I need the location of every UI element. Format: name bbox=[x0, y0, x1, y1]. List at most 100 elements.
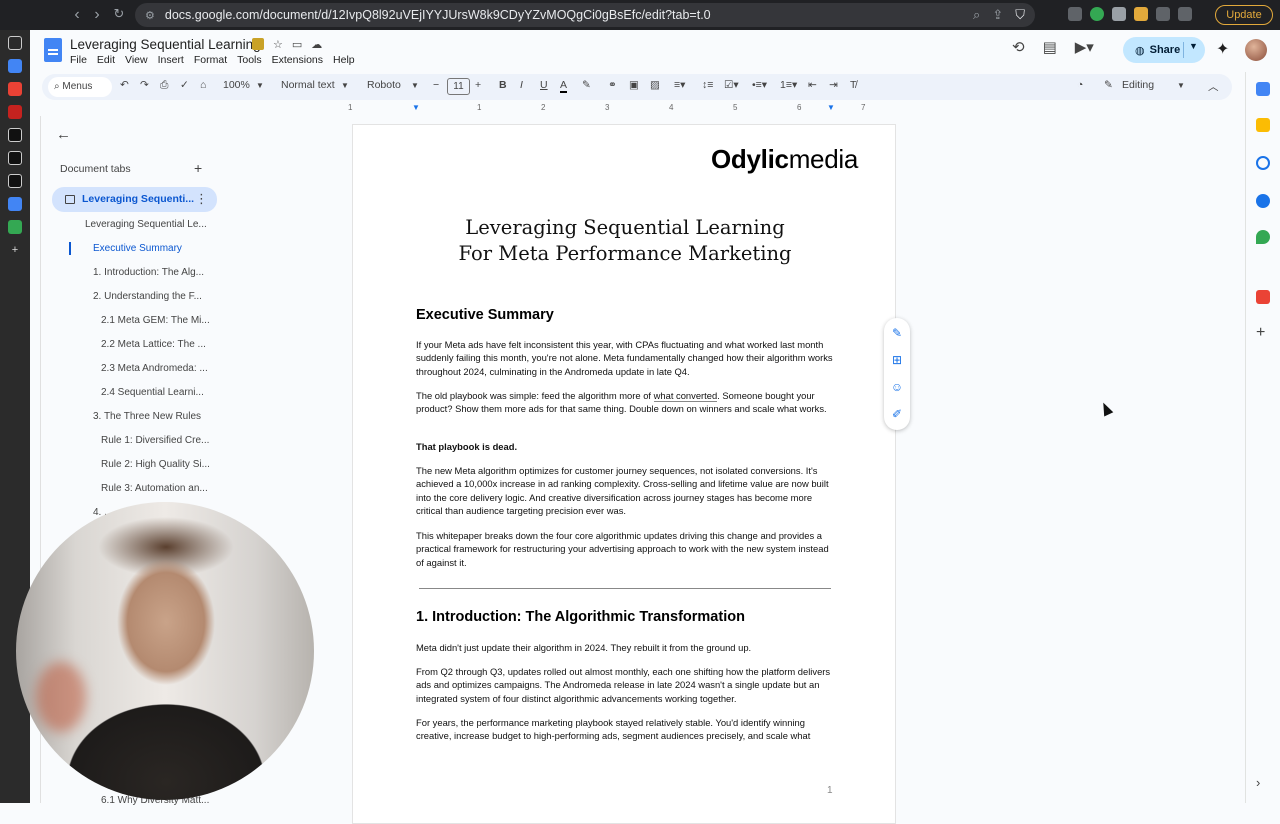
outline-item[interactable]: 2. Understanding the F... bbox=[93, 291, 202, 302]
share-button[interactable]: ◍ Share ▼ bbox=[1123, 37, 1205, 63]
document-page[interactable]: Odylicmedia Leveraging Sequential Learni… bbox=[352, 124, 896, 824]
back-icon[interactable]: ‹ bbox=[66, 6, 88, 24]
outline-item[interactable]: 2.3 Meta Andromeda: ... bbox=[101, 363, 208, 374]
addon-icon[interactable] bbox=[1256, 290, 1270, 304]
reload-icon[interactable]: ↻ bbox=[108, 6, 130, 22]
update-button[interactable]: Update bbox=[1215, 5, 1273, 25]
chevron-down-icon[interactable]: ▼ bbox=[411, 81, 419, 90]
numbered-list-icon[interactable]: 1≡▾ bbox=[780, 79, 797, 91]
font-size-input[interactable]: 11 bbox=[447, 78, 470, 95]
highlight-icon[interactable]: ✎ bbox=[582, 79, 591, 91]
increase-font-icon[interactable]: + bbox=[475, 79, 481, 91]
extension-2-icon[interactable] bbox=[1090, 7, 1104, 21]
puzzle-icon[interactable] bbox=[1156, 7, 1170, 21]
folder-icon[interactable]: ▭ bbox=[292, 38, 302, 51]
address-bar[interactable]: ⚙ docs.google.com/document/d/12IvpQ8l92u… bbox=[135, 3, 1035, 27]
chevron-down-icon[interactable]: ▼ bbox=[1177, 81, 1185, 90]
menu-format[interactable]: Format bbox=[194, 54, 227, 66]
bold-icon[interactable]: B bbox=[499, 79, 507, 91]
more-options-icon[interactable]: ⋮ bbox=[195, 191, 208, 207]
menus-search[interactable]: ⌕ Menus bbox=[48, 77, 112, 97]
zoom-icon[interactable]: ⌕ bbox=[973, 7, 980, 23]
docs-icon[interactable] bbox=[8, 197, 22, 211]
comments-icon[interactable]: ▤ bbox=[1043, 38, 1057, 56]
menu-tools[interactable]: Tools bbox=[237, 54, 262, 66]
add-icon[interactable]: + bbox=[1256, 325, 1270, 341]
bulleted-list-icon[interactable]: •≡▾ bbox=[752, 79, 767, 91]
calendar-icon[interactable] bbox=[1256, 82, 1270, 96]
menu-edit[interactable]: Edit bbox=[97, 54, 115, 66]
chevron-down-icon[interactable]: ▼ bbox=[1189, 41, 1198, 51]
outline-item[interactable]: 2.4 Sequential Learni... bbox=[101, 387, 204, 398]
site-settings-icon[interactable]: ⚙ bbox=[145, 9, 155, 22]
decrease-indent-icon[interactable]: ⇤ bbox=[808, 79, 817, 91]
menu-view[interactable]: View bbox=[125, 54, 148, 66]
checklist-icon[interactable]: ☑▾ bbox=[724, 79, 739, 91]
line-spacing-icon[interactable]: ↕≡ bbox=[702, 79, 713, 91]
menu-file[interactable]: File bbox=[70, 54, 87, 66]
text-color-icon[interactable]: A bbox=[560, 79, 568, 93]
insert-image-icon[interactable]: ▨ bbox=[650, 79, 660, 91]
outline-item[interactable]: Rule 2: High Quality Si... bbox=[101, 459, 210, 470]
docs-logo-icon[interactable] bbox=[44, 38, 62, 62]
menu-help[interactable]: Help bbox=[333, 54, 355, 66]
maps-icon[interactable] bbox=[1256, 230, 1270, 244]
outline-item[interactable]: Rule 1: Diversified Cre... bbox=[101, 435, 209, 446]
align-icon[interactable]: ≡▾ bbox=[674, 79, 685, 91]
tab-active[interactable]: Leveraging Sequenti... ⋮ bbox=[52, 187, 217, 212]
outline-item[interactable]: 2.1 Meta GEM: The Mi... bbox=[101, 315, 210, 326]
emoji-icon[interactable]: ☺ bbox=[890, 380, 904, 394]
extension-3-icon[interactable] bbox=[1112, 7, 1126, 21]
outline-item[interactable]: 1. Introduction: The Alg... bbox=[93, 267, 204, 278]
back-arrow-icon[interactable]: ← bbox=[56, 126, 71, 143]
zoom-select[interactable]: 100% bbox=[223, 79, 250, 91]
redo-icon[interactable]: ↷ bbox=[140, 79, 149, 91]
link-icon[interactable]: ⚭ bbox=[608, 79, 617, 91]
sheets-icon[interactable] bbox=[8, 220, 22, 234]
spellcheck-icon[interactable]: ✓ bbox=[180, 79, 189, 91]
calendar-icon[interactable] bbox=[8, 59, 22, 73]
menu-insert[interactable]: Insert bbox=[158, 54, 184, 66]
smart-chips-icon[interactable]: ◔ bbox=[1077, 79, 1083, 91]
decrease-font-icon[interactable]: − bbox=[433, 79, 439, 91]
edit-suggest-icon[interactable]: ✎ bbox=[890, 326, 904, 340]
sidebar-toggle-icon[interactable] bbox=[1178, 7, 1192, 21]
meet-icon[interactable]: ▶▾ bbox=[1075, 38, 1094, 56]
print-icon[interactable]: ⎙ bbox=[160, 79, 168, 92]
gmail-icon[interactable] bbox=[8, 105, 22, 119]
chevron-right-icon[interactable]: › bbox=[1256, 776, 1270, 790]
menu-extensions[interactable]: Extensions bbox=[272, 54, 323, 66]
history-icon[interactable]: ⟲ bbox=[1012, 38, 1025, 56]
underline-icon[interactable]: U bbox=[540, 79, 548, 91]
star-icon[interactable]: ☆ bbox=[273, 38, 283, 51]
italic-icon[interactable]: I bbox=[520, 79, 523, 91]
outline-item[interactable]: 3. The Three New Rules bbox=[93, 411, 201, 422]
slack-icon[interactable] bbox=[8, 82, 22, 96]
indent-marker[interactable]: ▼ bbox=[412, 103, 420, 112]
outline-item[interactable]: 2.2 Meta Lattice: The ... bbox=[101, 339, 206, 350]
tasks-icon[interactable] bbox=[1256, 156, 1270, 170]
outline-item[interactable]: Rule 3: Automation an... bbox=[101, 483, 208, 494]
style-select[interactable]: Normal text bbox=[281, 79, 335, 91]
app-icon[interactable] bbox=[8, 151, 22, 165]
right-indent-marker[interactable]: ▼ bbox=[827, 103, 835, 112]
contacts-icon[interactable] bbox=[1256, 194, 1270, 208]
brave-shield-icon[interactable]: ⛉ bbox=[1015, 7, 1025, 23]
add-comment-icon[interactable]: ⊞ bbox=[890, 353, 904, 367]
label-icon[interactable] bbox=[252, 38, 264, 50]
clear-formatting-icon[interactable]: T̸ bbox=[850, 79, 856, 91]
collapse-toolbar-icon[interactable]: ︿ bbox=[1208, 79, 1219, 94]
add-tab-icon[interactable]: + bbox=[194, 160, 202, 176]
paint-format-icon[interactable]: ⌂ bbox=[200, 79, 206, 91]
mode-select[interactable]: Editing bbox=[1122, 79, 1154, 91]
webcam-overlay[interactable] bbox=[16, 502, 314, 800]
chevron-down-icon[interactable]: ▼ bbox=[256, 81, 264, 90]
extension-4-icon[interactable] bbox=[1134, 7, 1148, 21]
gemini-icon[interactable]: ✦ bbox=[1216, 39, 1229, 59]
avatar[interactable] bbox=[1245, 39, 1267, 61]
app-icon[interactable] bbox=[8, 128, 22, 142]
share-page-icon[interactable]: ⇪ bbox=[992, 7, 1003, 23]
add-comment-icon[interactable]: ▣ bbox=[629, 79, 639, 91]
outline-item-current[interactable]: Executive Summary bbox=[93, 243, 182, 254]
document-title[interactable]: Leveraging Sequential Learning bbox=[70, 37, 261, 52]
